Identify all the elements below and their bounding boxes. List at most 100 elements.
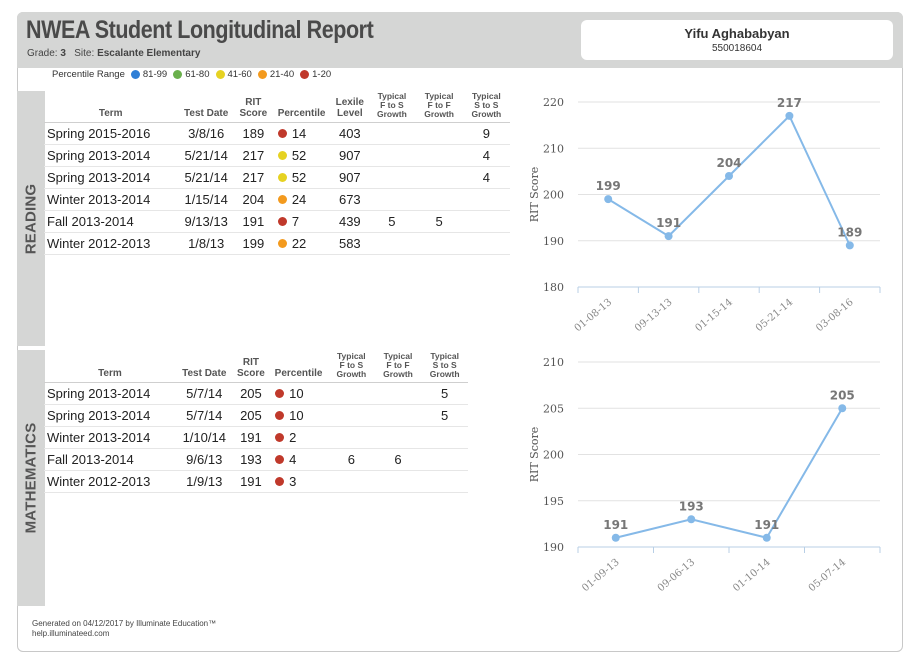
ff-cell	[374, 382, 422, 405]
legend-range-label: 41-60	[227, 69, 252, 80]
series-line	[615, 407, 844, 539]
percentile-value: 7	[291, 214, 300, 229]
series-line	[607, 114, 851, 246]
math-tab-label: MATHEMATICS	[22, 422, 40, 534]
legend-item: 21-40	[257, 69, 294, 80]
student-card: Yifu Aghababyan 550018604	[581, 20, 893, 60]
col-rit-score: RIT Score	[232, 352, 270, 383]
rit-cell: 189	[234, 122, 272, 145]
rit-cell: 205	[232, 404, 270, 427]
term-cell: Spring 2013-2014	[44, 144, 178, 167]
term-cell: Winter 2012-2013	[44, 232, 178, 255]
fs-cell	[328, 404, 375, 427]
fs-cell	[368, 188, 416, 211]
legend-dot-icon	[300, 70, 310, 79]
table-row: Spring 2015-2016 3/8/16 189 14 403 9	[44, 122, 510, 145]
y-tick-label: 200	[543, 189, 564, 202]
date-cell: 5/7/14	[175, 382, 233, 405]
x-tick-label: 01-08-13	[573, 297, 614, 334]
y-axis-label: RIT Score	[528, 427, 541, 483]
percentile-value: 14	[291, 126, 307, 141]
term-cell: Spring 2015-2016	[44, 122, 178, 145]
percentile-dot-icon	[277, 239, 287, 248]
grade-site-line: Grade: 3 Site: Escalante Elementary	[27, 48, 200, 59]
ss-cell	[462, 232, 510, 255]
col-test-date: Test Date	[177, 92, 235, 123]
fs-cell	[368, 144, 416, 167]
fs-cell: 5	[368, 210, 416, 233]
ff-cell	[415, 122, 463, 145]
table-header-row: Term Test Date RIT Score Percentile Lexil…	[44, 92, 510, 123]
ss-cell: 9	[462, 122, 510, 145]
ff-cell	[415, 144, 463, 167]
data-point	[845, 241, 854, 250]
data-label: 204	[716, 156, 741, 170]
table-row: Fall 2013-2014 9/6/13 193 4 6 6	[44, 448, 468, 471]
term-cell: Fall 2013-2014	[44, 210, 178, 233]
data-point	[785, 111, 794, 120]
percentile-dot-icon	[277, 173, 287, 182]
legend-items: 81-99 61-80 41-60 21-40 1-20	[130, 69, 331, 80]
date-cell: 5/7/14	[175, 404, 233, 427]
col-term: Term	[44, 352, 176, 383]
ss-cell: 5	[421, 382, 468, 405]
ff-cell	[415, 188, 463, 211]
term-cell: Winter 2012-2013	[44, 470, 176, 493]
generated-on-text: Generated on 04/12/2017 by Illuminate Ed…	[32, 619, 217, 628]
fs-cell: 6	[328, 448, 375, 471]
ff-cell	[415, 232, 463, 255]
x-tick-label: 09-06-13	[656, 557, 697, 594]
x-tick-label: 03-08-16	[814, 297, 855, 334]
ss-cell: 5	[421, 404, 468, 427]
ff-cell	[415, 166, 463, 189]
ss-cell: 4	[462, 166, 510, 189]
help-link[interactable]: help.illuminateed.com	[32, 629, 216, 639]
date-cell: 1/9/13	[175, 470, 233, 493]
data-point	[762, 533, 771, 542]
y-tick-label: 210	[543, 356, 564, 369]
percentile-dot-icon	[275, 433, 285, 442]
data-label: 191	[754, 518, 779, 532]
grade-value: 3	[60, 48, 66, 59]
site-value: Escalante Elementary	[97, 48, 201, 59]
col-typical-f-to-s: Typical F to S Growth	[368, 92, 416, 123]
fs-cell	[328, 426, 375, 449]
term-cell: Winter 2013-2014	[44, 426, 176, 449]
date-cell: 3/8/16	[177, 122, 235, 145]
legend-dot-icon	[130, 70, 140, 79]
percentile-value: 3	[289, 474, 297, 489]
data-label: 191	[603, 518, 628, 532]
percentile-dot-icon	[277, 195, 287, 204]
legend-dot-icon	[215, 70, 225, 79]
percentile-cell: 14	[271, 122, 332, 145]
ss-cell	[421, 448, 468, 471]
math-rit-chart: 190 195 200 205 210 RIT Score 191 193 191 205 01-0…	[528, 356, 881, 594]
x-tick-label: 05-07-14	[807, 557, 848, 594]
percentile-dot-icon	[277, 129, 287, 138]
legend-range-label: 81-99	[142, 69, 168, 80]
rit-cell: 193	[232, 448, 270, 471]
percentile-value: 24	[291, 192, 307, 207]
x-tick-label: 05-21-14	[754, 297, 795, 334]
y-tick-label: 190	[543, 235, 564, 248]
percentile-cell: 4	[269, 448, 328, 471]
table-row: Spring 2013-2014 5/7/14 205 10 5	[44, 404, 468, 427]
date-cell: 5/21/14	[177, 144, 235, 167]
lexile-cell: 403	[331, 122, 369, 145]
rit-cell: 217	[234, 166, 272, 189]
date-cell: 9/6/13	[175, 448, 233, 471]
data-point	[604, 195, 613, 204]
legend-range-label: 61-80	[185, 69, 210, 80]
data-point	[687, 515, 696, 524]
percentile-value: 2	[289, 430, 297, 445]
fs-cell	[368, 122, 416, 145]
reading-tab-label: READING	[22, 183, 40, 254]
table-row: Winter 2013-2014 1/10/14 191 2	[44, 426, 468, 449]
percentile-cell: 10	[269, 404, 328, 427]
percentile-value: 52	[291, 170, 307, 185]
table-row: Fall 2013-2014 9/13/13 191 7 439 5 5	[44, 210, 510, 233]
table-row: Spring 2013-2014 5/21/14 217 52 907 4	[44, 166, 510, 189]
col-typical-f-to-f: Typical F to F Growth	[415, 92, 463, 123]
percentile-cell: 2	[269, 426, 328, 449]
percentile-dot-icon	[275, 455, 285, 464]
